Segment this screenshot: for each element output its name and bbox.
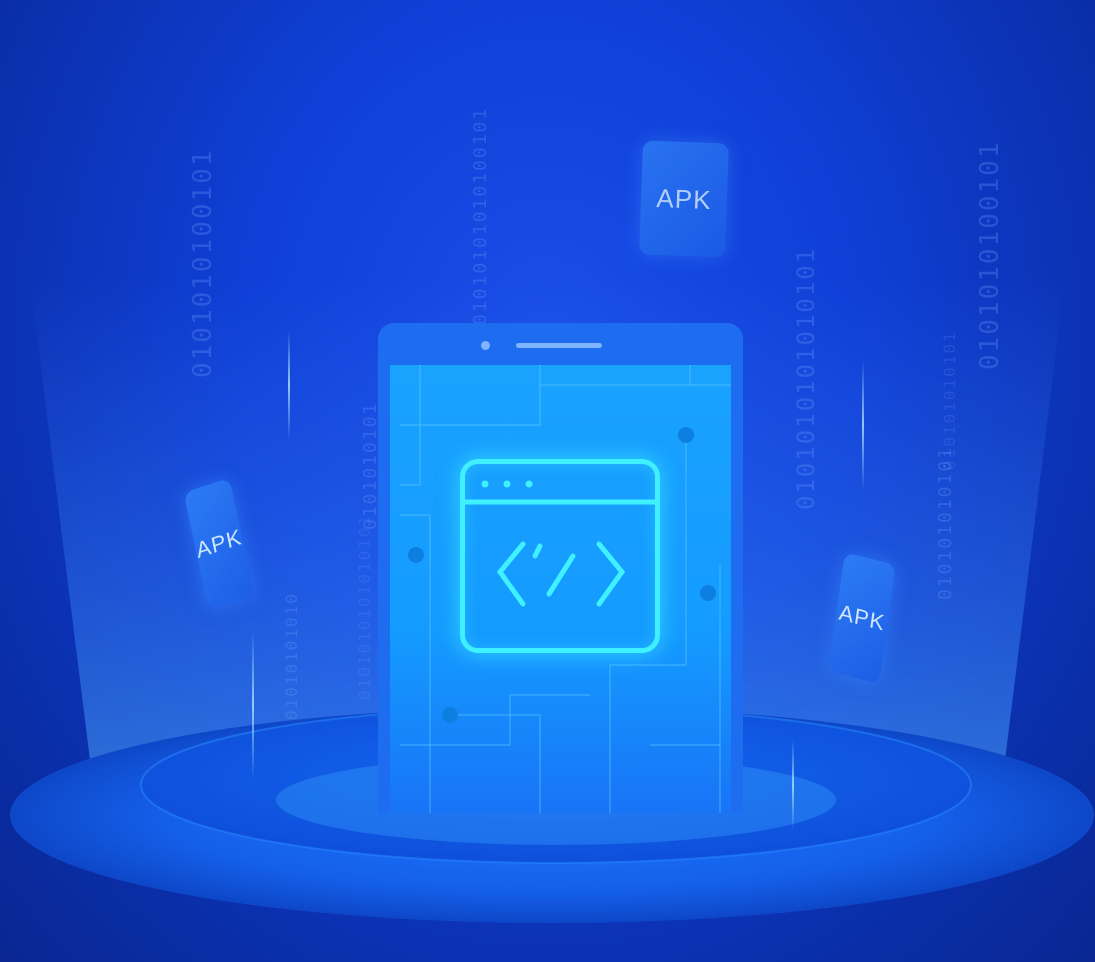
apk-label: APK	[655, 182, 713, 215]
binary-column: 0101010100101	[188, 148, 218, 379]
apk-card: APK	[639, 140, 729, 258]
light-streak	[862, 360, 864, 490]
code-brackets-icon	[465, 480, 655, 607]
phone-speaker	[516, 343, 602, 348]
binary-column: 01010101010100101	[470, 106, 491, 325]
binary-column: 0101010101010101	[355, 513, 374, 700]
binary-column: 0101010100101	[975, 140, 1005, 371]
phone-camera	[481, 341, 490, 350]
apk-label: APK	[193, 523, 244, 564]
light-streak	[288, 330, 290, 440]
hero-illustration: 0101010100101 01010101010100101 01010101…	[0, 0, 1095, 962]
apk-label: APK	[837, 599, 887, 636]
light-streak	[252, 630, 254, 780]
binary-column: 010101010101	[940, 330, 959, 470]
light-streak	[792, 740, 794, 830]
code-window-icon	[460, 459, 660, 653]
binary-column: 0101010101010101	[792, 246, 820, 510]
binary-column: 01010101010	[282, 592, 301, 720]
